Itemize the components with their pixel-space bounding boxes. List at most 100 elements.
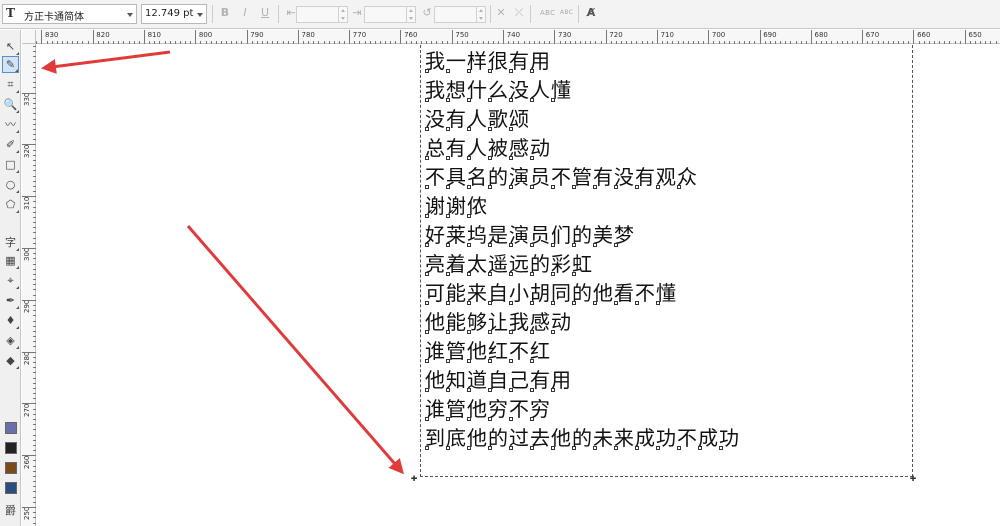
ruler-tick [559, 41, 561, 44]
ruler-tick [862, 30, 864, 44]
ruler-tick [33, 310, 36, 312]
chevron-down-icon[interactable] [197, 13, 203, 17]
ellipse-tool-icon[interactable]: ○ [2, 176, 19, 193]
ruler-tick [810, 30, 812, 44]
polygon-tool-icon[interactable]: ⬠ [2, 196, 19, 213]
zoom-tool-icon[interactable]: 🔍 [2, 96, 19, 113]
ruler-tick [190, 41, 192, 44]
bold-icon[interactable]: B [218, 6, 232, 20]
text-line[interactable]: 总有人被感动 [425, 135, 740, 164]
text-line[interactable]: 谢谢侬 [425, 193, 740, 222]
rotation-stepper[interactable] [434, 6, 486, 23]
ruler-tick [672, 41, 674, 44]
ruler-label: 730 [558, 31, 572, 39]
ruler-tick [33, 123, 36, 125]
text-format-icon[interactable]: A̸ [584, 6, 598, 20]
color-swatch[interactable] [5, 422, 17, 434]
text-line[interactable]: 谁管他穷不穷 [425, 396, 740, 425]
text-line[interactable]: 好莱坞是演员们的美梦 [425, 222, 740, 251]
drawing-canvas[interactable]: 我一样很有用 我想什么没人懂 没有人歌颂 总有人被感动 不具名的演员不管有没有观众 谢谢侬… [37, 45, 1000, 526]
ruler-tick [33, 113, 36, 115]
text-line[interactable]: 谁管他红不红 [425, 338, 740, 367]
ruler-tick [92, 30, 94, 44]
chevron-down-icon[interactable] [127, 13, 133, 17]
ruler-tick [33, 330, 36, 332]
ruler-tick [908, 41, 910, 44]
word-spacing-stepper[interactable] [364, 6, 416, 23]
rectangle-tool-icon[interactable]: □ [2, 156, 19, 173]
ruler-tick [200, 41, 202, 44]
text-line[interactable]: 亮着太遥远的彩虹 [425, 251, 740, 280]
crop-tool-icon[interactable]: ⌗ [2, 76, 19, 93]
eyedropper-tool-icon[interactable]: ✒ [2, 292, 19, 309]
ruler-tick [113, 41, 115, 44]
text-line[interactable]: 可能来自小胡同的他看不懂 [425, 280, 740, 309]
ruler-tick [503, 30, 505, 44]
text-line[interactable]: 不具名的演员不管有没有观众 [425, 164, 740, 193]
flyout-corner-icon [16, 210, 19, 213]
char-spacing-stepper[interactable] [296, 6, 348, 23]
text-line[interactable]: 没有人歌颂 [425, 106, 740, 135]
ruler-label: 660 [917, 31, 931, 39]
ruler-tick [708, 30, 710, 44]
paragraph-text-frame[interactable]: 我一样很有用 我想什么没人懂 没有人歌颂 总有人被感动 不具名的演员不管有没有观众 谢谢侬… [420, 45, 913, 477]
smart-fill-icon[interactable]: ✐ [2, 136, 19, 153]
ruler-tick [980, 41, 982, 44]
ruler-tick [605, 30, 607, 44]
separator [212, 5, 213, 23]
clear-transform-icon[interactable]: ✕ [494, 6, 508, 20]
text-line-content: 谢谢侬 [425, 194, 488, 218]
color-swatch[interactable] [5, 442, 17, 454]
word-spacing-icon: ⇥ [352, 6, 362, 19]
ruler-tick [33, 71, 36, 73]
ruler-tick [33, 367, 36, 369]
vertical-ruler[interactable]: 330 320 310 300 290 280 270 260 250 [22, 44, 36, 526]
ruler-tick [580, 41, 582, 44]
ruler-tick [33, 263, 36, 265]
italic-icon[interactable]: I [238, 6, 252, 20]
text-line[interactable]: 我一样很有用 [425, 48, 740, 77]
text-line[interactable]: 我想什么没人懂 [425, 77, 740, 106]
uppercase-icon[interactable]: ABC [540, 9, 555, 17]
ruler-tick [33, 51, 36, 53]
color-swatch[interactable] [5, 462, 17, 474]
dimension-tool-icon[interactable]: ⌖ [2, 272, 19, 289]
ruler-tick [33, 320, 36, 322]
ruler-tick [857, 41, 859, 44]
frame-handle-bottom-left-icon[interactable]: ✚ [409, 472, 419, 483]
ruler-tick [698, 41, 700, 44]
ruler-tick [472, 41, 474, 44]
text-line[interactable]: 到底他的过去他的未来成功不成功 [425, 425, 740, 454]
ruler-label: 330 [23, 92, 31, 106]
fill-tool-icon[interactable]: ◈ [2, 332, 19, 349]
font-name-combo[interactable]: T 方正卡通简体 [2, 4, 137, 24]
ruler-tick [138, 41, 140, 44]
color-swatch[interactable] [5, 482, 17, 494]
ruler-tick [492, 41, 494, 44]
straighten-icon[interactable]: ⤫ [512, 6, 526, 20]
ruler-label: 650 [968, 31, 982, 39]
freehand-tool-icon[interactable]: 〰 [2, 116, 19, 133]
flyout-corner-icon [16, 366, 19, 369]
ruler-origin[interactable] [22, 30, 36, 44]
pick-tool-icon[interactable]: ↖ [2, 38, 19, 55]
underline-icon[interactable]: U [258, 6, 272, 20]
ruler-tick [33, 165, 36, 167]
text-tool-icon[interactable]: 字 [2, 234, 19, 251]
text-line[interactable]: 他知道自己有用 [425, 367, 740, 396]
lowercase-icon[interactable]: ABC [560, 9, 573, 16]
text-line[interactable]: 他能够让我感动 [425, 309, 740, 338]
outline-pen-icon[interactable]: ♦ [2, 312, 19, 329]
separator [278, 5, 279, 23]
font-size-combo[interactable]: 12.749 pt [141, 4, 207, 24]
interactive-fill-icon[interactable]: ◆ [2, 352, 19, 369]
ruler-tick [33, 382, 36, 384]
frame-handle-bottom-right-icon[interactable]: ✚ [908, 472, 918, 483]
horizontal-ruler[interactable]: 830 820 810 800 790 780 770 760 750 740 730 720 710 7… [22, 30, 1000, 44]
shape-tool-icon[interactable]: ✎ [2, 56, 19, 73]
docker-tab-icon[interactable]: 爵 [2, 502, 19, 519]
ruler-tick [805, 41, 807, 44]
table-tool-icon[interactable]: ▦ [2, 252, 19, 269]
ruler-tick [33, 413, 36, 415]
ruler-tick [692, 41, 694, 44]
